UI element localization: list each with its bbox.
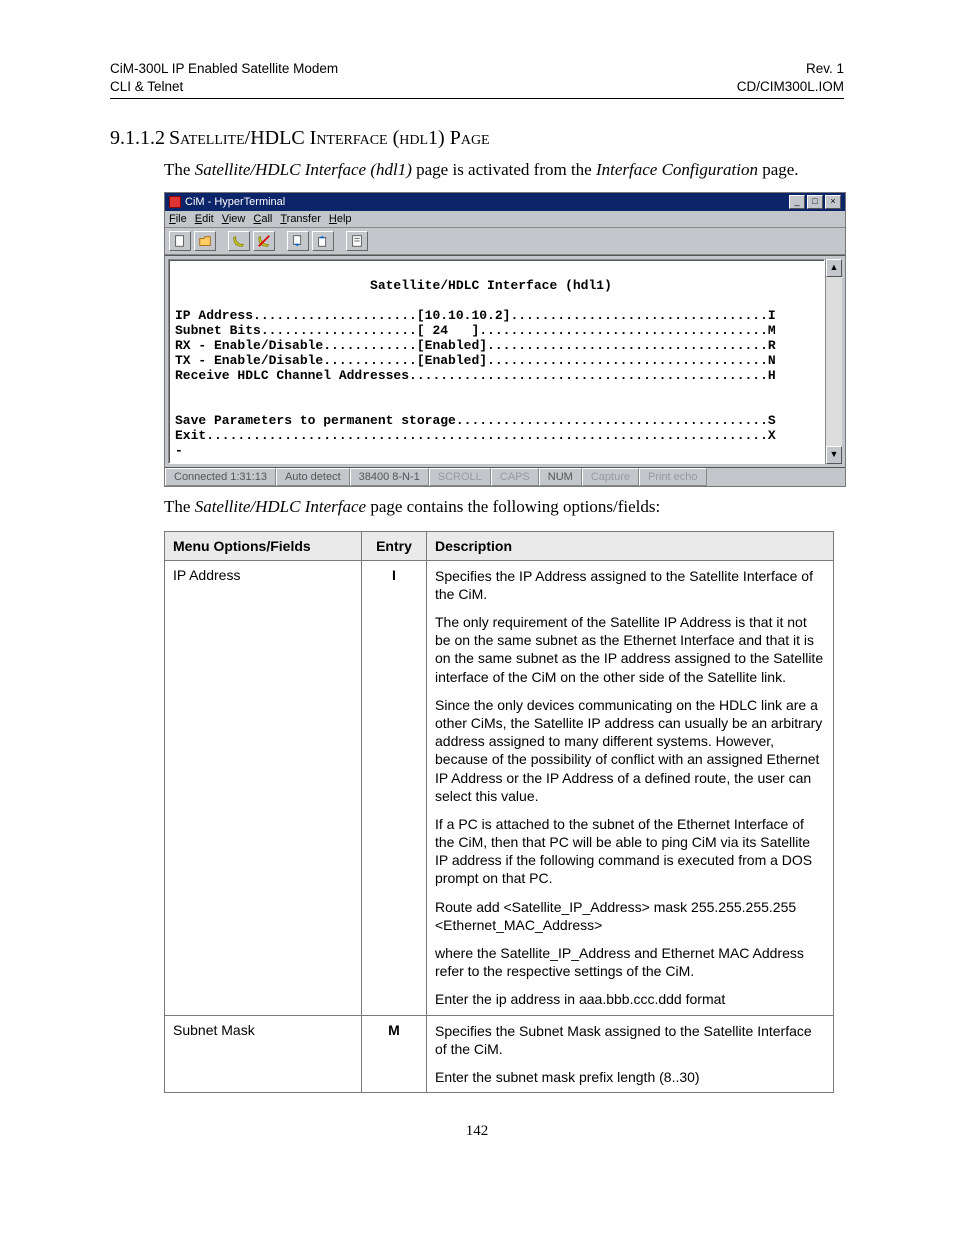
toolbar-receive-icon[interactable] <box>312 231 334 251</box>
window-title: CiM - HyperTerminal <box>185 196 285 208</box>
status-connected: Connected 1:31:13 <box>165 468 276 486</box>
intro-ital1: Satellite/HDLC Interface (hdl1) <box>195 160 412 179</box>
minimize-button[interactable]: _ <box>789 195 805 209</box>
lead2-ital: Satellite/HDLC Interface <box>195 497 366 516</box>
hyperterminal-window: CiM - HyperTerminal _ □ × File Edit View… <box>164 192 846 486</box>
intro-ital2: Interface Configuration <box>596 160 758 179</box>
section-number: 9.1.1.2 <box>110 127 165 149</box>
cell-description: Specifies the IP Address assigned to the… <box>427 560 834 1015</box>
table-row: Subnet Mask M Specifies the Subnet Mask … <box>165 1015 834 1093</box>
status-bar: Connected 1:31:13 Auto detect 38400 8-N-… <box>165 468 845 486</box>
desc-line: The only requirement of the Satellite IP… <box>435 613 825 686</box>
desc-line: Enter the ip address in aaa.bbb.ccc.ddd … <box>435 990 825 1008</box>
menu-call[interactable]: Call <box>253 213 272 225</box>
desc-line: Specifies the IP Address assigned to the… <box>435 567 825 603</box>
status-baud: 38400 8-N-1 <box>350 468 429 486</box>
menu-view[interactable]: View <box>222 213 246 225</box>
intro-post: page. <box>758 160 799 179</box>
status-caps: CAPS <box>491 468 539 486</box>
window-titlebar[interactable]: CiM - HyperTerminal _ □ × <box>165 193 845 211</box>
th-option: Menu Options/Fields <box>165 531 362 560</box>
intro-mid: page is activated from the <box>412 160 596 179</box>
cell-entry: M <box>362 1015 427 1093</box>
toolbar-disconnect-icon[interactable] <box>253 231 275 251</box>
header-right-line1: Rev. 1 <box>806 61 844 76</box>
close-button[interactable]: × <box>825 195 841 209</box>
lead-paragraph-2: The Satellite/HDLC Interface page contai… <box>164 497 844 517</box>
terminal-output[interactable]: Satellite/HDLC Interface (hdl1) IP Addre… <box>168 259 825 463</box>
cell-option: IP Address <box>165 560 362 1015</box>
status-detect: Auto detect <box>276 468 350 486</box>
cell-entry: I <box>362 560 427 1015</box>
scroll-down-icon[interactable]: ▼ <box>826 446 842 464</box>
toolbar-open-icon[interactable] <box>194 231 216 251</box>
header-left-line2: CLI & Telnet <box>110 79 183 94</box>
status-printecho: Print echo <box>639 468 707 486</box>
desc-line: Since the only devices communicating on … <box>435 696 825 805</box>
intro-pre: The <box>164 160 195 179</box>
intro-paragraph: The Satellite/HDLC Interface (hdl1) page… <box>164 160 844 180</box>
options-table: Menu Options/Fields Entry Description IP… <box>164 531 834 1094</box>
lead2-pre: The <box>164 497 195 516</box>
header-left-line1: CiM-300L IP Enabled Satellite Modem <box>110 61 338 76</box>
menu-edit[interactable]: Edit <box>195 213 214 225</box>
status-scroll: SCROLL <box>429 468 491 486</box>
th-description: Description <box>427 531 834 560</box>
scroll-track[interactable] <box>826 277 842 445</box>
th-entry: Entry <box>362 531 427 560</box>
toolbar-new-icon[interactable] <box>169 231 191 251</box>
section-title: Satellite/HDLC Interface (hdl1) Page <box>169 127 490 149</box>
maximize-button[interactable]: □ <box>807 195 823 209</box>
toolbar-send-icon[interactable] <box>287 231 309 251</box>
table-row: IP Address I Specifies the IP Address as… <box>165 560 834 1015</box>
toolbar-call-icon[interactable] <box>228 231 250 251</box>
status-num: NUM <box>539 468 582 486</box>
toolbar <box>165 228 845 255</box>
scrollbar[interactable]: ▲ ▼ <box>825 259 842 463</box>
app-icon <box>169 196 181 208</box>
desc-line: Specifies the Subnet Mask assigned to th… <box>435 1022 825 1058</box>
lead2-post: page contains the following options/fiel… <box>366 497 660 516</box>
desc-line: where the Satellite_IP_Address and Ether… <box>435 944 825 980</box>
page-number: 142 <box>110 1123 844 1140</box>
menu-file[interactable]: File <box>169 213 187 225</box>
menu-bar: File Edit View Call Transfer Help <box>165 211 845 228</box>
header-right-line2: CD/CIM300L.IOM <box>737 79 844 94</box>
desc-line: Enter the subnet mask prefix length (8..… <box>435 1068 825 1086</box>
status-capture: Capture <box>582 468 639 486</box>
desc-line: If a PC is attached to the subnet of the… <box>435 815 825 888</box>
cell-description: Specifies the Subnet Mask assigned to th… <box>427 1015 834 1093</box>
toolbar-properties-icon[interactable] <box>346 231 368 251</box>
cell-option: Subnet Mask <box>165 1015 362 1093</box>
menu-help[interactable]: Help <box>329 213 352 225</box>
menu-transfer[interactable]: Transfer <box>280 213 321 225</box>
desc-line: Route add <Satellite_IP_Address> mask 25… <box>435 898 825 934</box>
scroll-up-icon[interactable]: ▲ <box>826 259 842 277</box>
header-rule <box>110 98 844 99</box>
